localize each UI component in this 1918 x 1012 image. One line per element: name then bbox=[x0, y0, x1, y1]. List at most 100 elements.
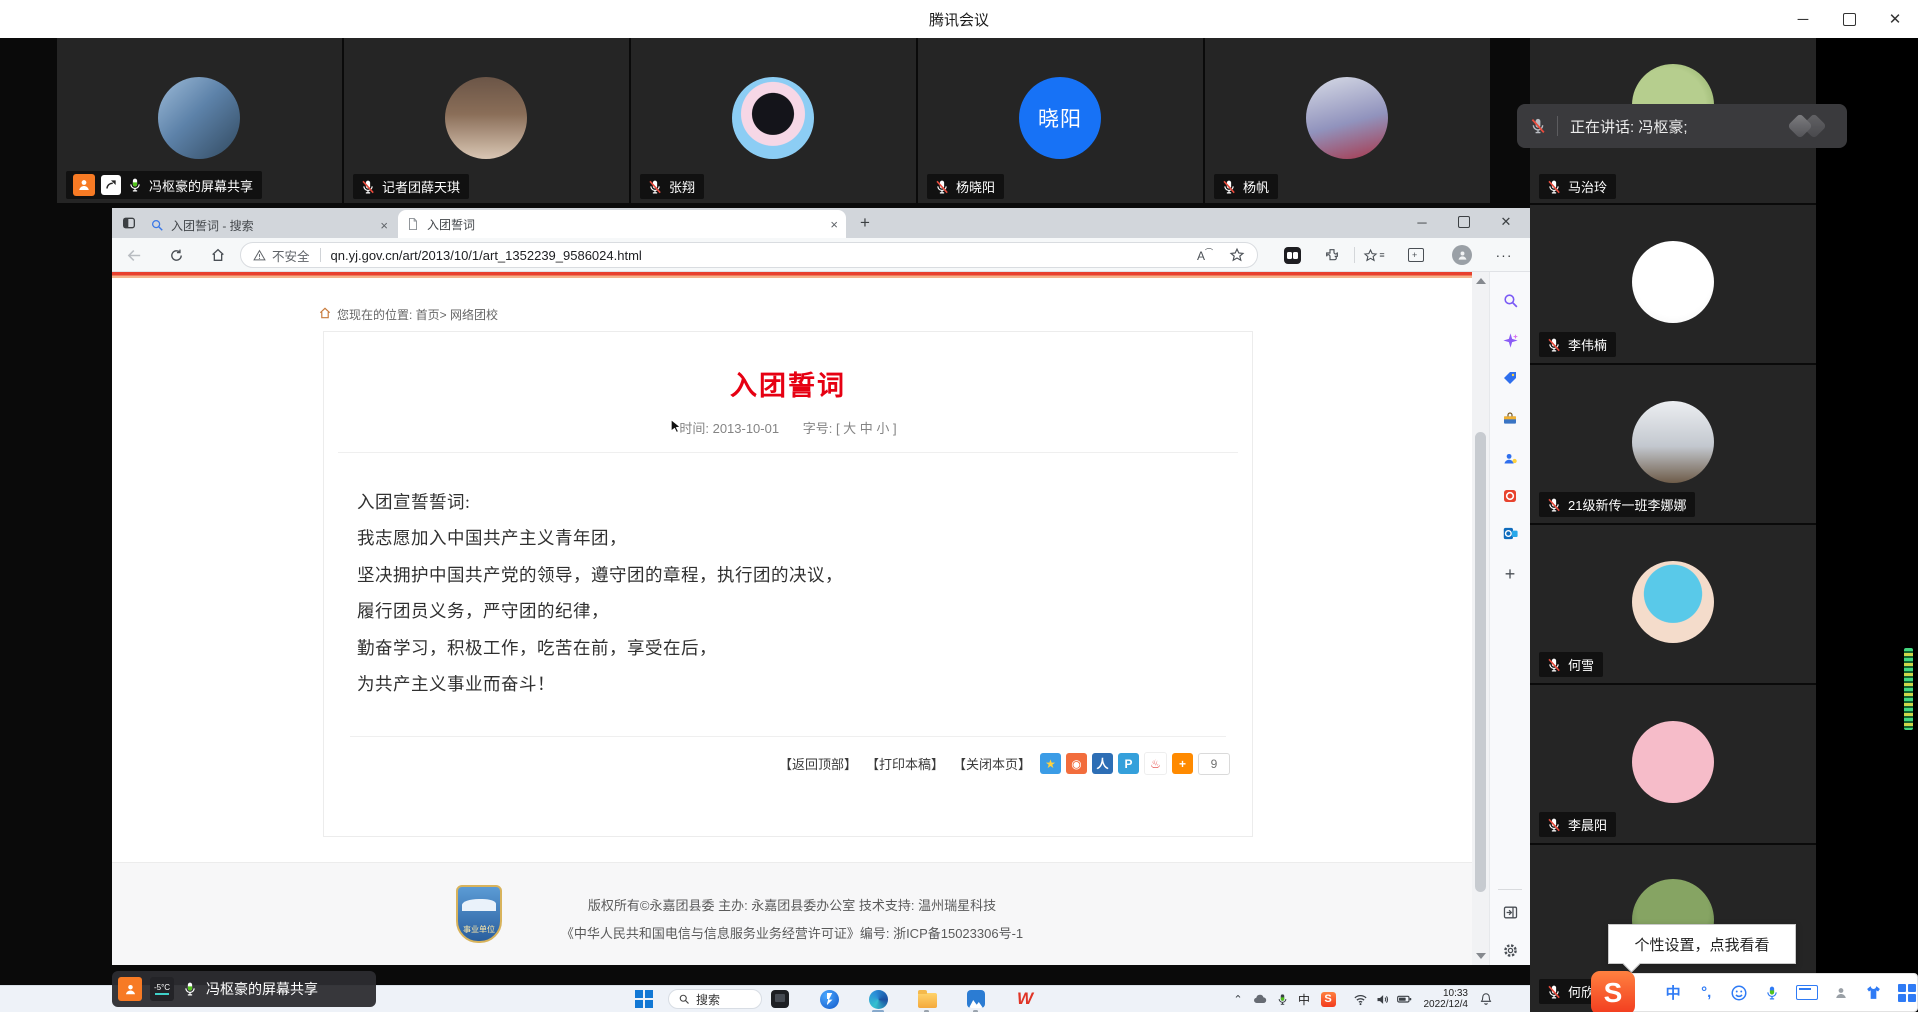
taskbar-edge-icon[interactable] bbox=[868, 989, 888, 1009]
close-page-link[interactable]: 【关闭本页】 bbox=[953, 754, 1031, 773]
app-close-button[interactable]: ✕ bbox=[1872, 0, 1918, 38]
taskbar-search[interactable]: 搜索 bbox=[668, 989, 762, 1009]
breadcrumb[interactable]: 您现在的位置: 首页> 网络团校 bbox=[337, 306, 498, 323]
tray-volume-icon[interactable] bbox=[1372, 989, 1392, 1009]
add-favorite-icon[interactable] bbox=[1229, 247, 1245, 263]
taskbar-app-blue[interactable] bbox=[819, 989, 839, 1009]
sogou-logo-icon[interactable]: S bbox=[1591, 971, 1635, 1012]
video-tile[interactable]: 21级新传一班李娜娜 bbox=[1530, 365, 1816, 523]
scrollbar-thumb[interactable] bbox=[1475, 432, 1486, 892]
sidebar-shopping-icon[interactable] bbox=[1500, 368, 1520, 388]
new-tab-button[interactable]: + bbox=[860, 213, 870, 233]
scroll-up-icon[interactable] bbox=[1476, 278, 1486, 284]
tab-active[interactable]: 入团誓词 × bbox=[398, 210, 846, 238]
video-tile[interactable]: 李晨阳 bbox=[1530, 685, 1816, 843]
taskbar-explorer-icon[interactable] bbox=[917, 989, 937, 1009]
app-minimize-button[interactable]: ─ bbox=[1780, 0, 1826, 38]
screen-share-toast[interactable]: -5°C 冯枢豪的屏幕共享 bbox=[112, 971, 376, 1007]
share-renren-icon[interactable]: 人 bbox=[1092, 753, 1113, 774]
tray-battery-icon[interactable] bbox=[1394, 989, 1414, 1009]
share-weibo-icon[interactable]: ◉ bbox=[1066, 753, 1087, 774]
taskbar-app-dark[interactable] bbox=[770, 989, 790, 1009]
video-tile[interactable]: 记者团薛天琪 bbox=[344, 38, 629, 203]
oath-line: 入团宣誓誓词: bbox=[357, 484, 1222, 520]
participant-nametag: 李晨阳 bbox=[1539, 812, 1616, 837]
sogou-input-bar: S 中 °, bbox=[1612, 973, 1918, 1012]
tray-mic-icon[interactable] bbox=[1272, 989, 1292, 1009]
video-tile[interactable]: 杨帆 bbox=[1205, 38, 1490, 203]
video-tile[interactable]: 晓阳 杨晓阳 bbox=[918, 38, 1203, 203]
divider bbox=[320, 248, 321, 262]
video-tile[interactable]: 张翔 bbox=[631, 38, 916, 203]
taskbar-clock[interactable]: 10:33 2022/12/4 bbox=[1416, 988, 1468, 1010]
ime-voice-icon[interactable] bbox=[1762, 982, 1782, 1004]
not-secure-icon bbox=[253, 249, 266, 262]
share-tieba-icon[interactable]: ♨ bbox=[1144, 752, 1167, 775]
video-tile-fengshuhao[interactable]: 冯枢豪的屏幕共享 bbox=[57, 38, 342, 203]
adblock-extension-icon[interactable] bbox=[1278, 242, 1306, 268]
sogou-tooltip[interactable]: 个性设置，点我看看 bbox=[1608, 924, 1796, 964]
speaking-text: 正在讲话: 冯枢豪; bbox=[1570, 116, 1688, 137]
participant-name: 李伟楠 bbox=[1568, 335, 1607, 354]
home-breadcrumb-icon bbox=[318, 306, 332, 320]
tray-chevron-icon[interactable]: ⌃ bbox=[1228, 989, 1248, 1009]
avatar bbox=[158, 77, 240, 159]
tray-wifi-icon[interactable] bbox=[1350, 989, 1370, 1009]
sidebar-copilot-icon[interactable] bbox=[1500, 330, 1520, 350]
edge-sidebar: + bbox=[1489, 272, 1530, 965]
taskbar-docs-icon[interactable] bbox=[966, 989, 986, 1009]
page-scrollbar[interactable] bbox=[1472, 272, 1489, 965]
sidebar-office-icon[interactable] bbox=[1500, 486, 1520, 506]
address-bar[interactable]: 不安全 qn.yj.gov.cn/art/2013/10/1/art_13522… bbox=[240, 242, 1258, 268]
ime-skin-icon[interactable] bbox=[1864, 982, 1884, 1004]
browser-close-button[interactable]: ✕ bbox=[1489, 208, 1523, 236]
video-tile[interactable]: 何雪 bbox=[1530, 525, 1816, 683]
ime-toolbox-icon[interactable] bbox=[1897, 982, 1917, 1004]
share-pengyou-icon[interactable]: P bbox=[1118, 753, 1139, 774]
sidebar-people-icon[interactable] bbox=[1500, 448, 1520, 468]
start-button[interactable] bbox=[634, 989, 654, 1009]
home-button[interactable] bbox=[204, 242, 232, 268]
tab-close-icon[interactable]: × bbox=[830, 217, 838, 232]
mic-muted-icon bbox=[1529, 117, 1547, 135]
share-qzone-icon[interactable]: ★ bbox=[1040, 753, 1061, 774]
back-to-top-link[interactable]: 【返回顶部】 bbox=[779, 754, 857, 773]
tab-search[interactable]: 入团誓词 - 搜索 × bbox=[142, 212, 396, 238]
profile-avatar[interactable] bbox=[1448, 242, 1476, 268]
refresh-button[interactable] bbox=[162, 242, 190, 268]
scroll-down-icon[interactable] bbox=[1476, 953, 1486, 959]
read-aloud-icon[interactable]: A⌒ bbox=[1197, 247, 1213, 263]
collections-icon[interactable]: + bbox=[1402, 242, 1430, 268]
sidebar-tools-icon[interactable] bbox=[1500, 409, 1520, 429]
video-tile[interactable]: 李伟楠 bbox=[1530, 205, 1816, 363]
ime-emoji-icon[interactable] bbox=[1729, 982, 1749, 1004]
extensions-icon[interactable] bbox=[1318, 242, 1346, 268]
tray-ime-lang[interactable]: 中 bbox=[1294, 989, 1314, 1009]
back-button[interactable] bbox=[120, 242, 148, 268]
tray-sogou-icon[interactable]: S bbox=[1318, 989, 1338, 1009]
tray-cloud-icon[interactable] bbox=[1250, 989, 1270, 1009]
sidebar-panel-icon[interactable] bbox=[1500, 902, 1520, 922]
ime-profile-icon[interactable] bbox=[1831, 982, 1851, 1004]
sidebar-search-icon[interactable] bbox=[1500, 290, 1520, 310]
browser-menu-icon[interactable]: ··· bbox=[1490, 242, 1518, 268]
font-size-switch[interactable]: 字号: [ 大 中 小 ] bbox=[803, 421, 897, 436]
ime-punctuation-toggle[interactable]: °, bbox=[1696, 982, 1716, 1004]
browser-maximize-button[interactable] bbox=[1447, 208, 1481, 236]
browser-minimize-button[interactable]: ─ bbox=[1405, 208, 1439, 236]
weather-widget[interactable]: -5°C bbox=[150, 977, 174, 1001]
ime-lang-toggle[interactable]: 中 bbox=[1663, 982, 1683, 1004]
ime-keyboard-icon[interactable] bbox=[1796, 982, 1818, 1004]
sidebar-settings-icon[interactable] bbox=[1500, 940, 1520, 960]
tab-close-icon[interactable]: × bbox=[380, 218, 388, 233]
print-link[interactable]: 【打印本稿】 bbox=[866, 754, 944, 773]
sidebar-outlook-icon[interactable] bbox=[1500, 523, 1520, 543]
taskbar-wps-icon[interactable]: W bbox=[1015, 989, 1035, 1009]
sidebar-add-icon[interactable]: + bbox=[1500, 564, 1520, 584]
tab-actions-icon[interactable] bbox=[121, 215, 137, 231]
share-more-icon[interactable]: + bbox=[1172, 753, 1193, 774]
favorites-list-icon[interactable]: ≡ bbox=[1360, 242, 1388, 268]
notification-bell-icon[interactable] bbox=[1476, 989, 1496, 1009]
app-maximize-button[interactable] bbox=[1826, 0, 1872, 38]
windows-logo-icon bbox=[635, 990, 653, 1008]
